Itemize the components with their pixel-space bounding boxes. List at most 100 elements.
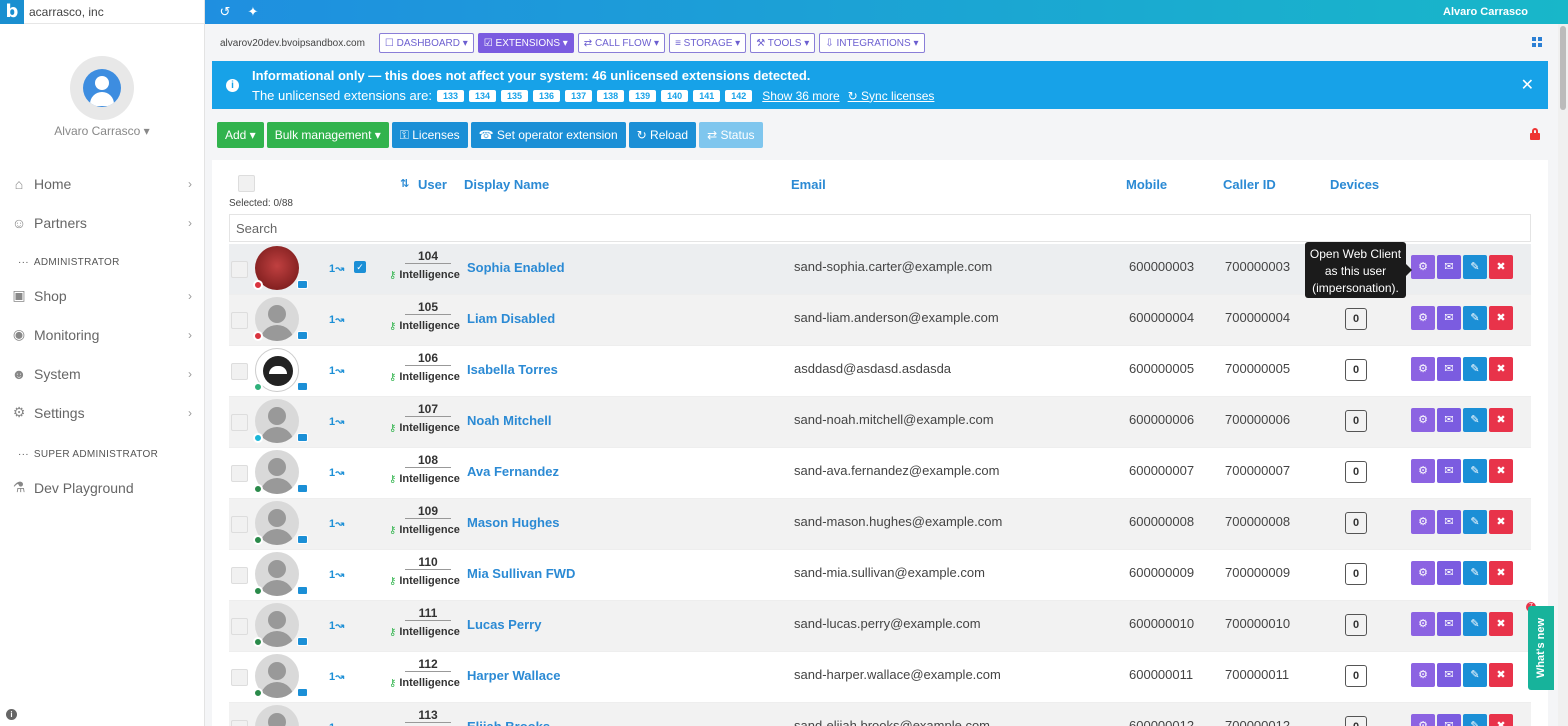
camera-icon[interactable]	[297, 331, 308, 340]
sort-icon[interactable]: ⇅	[400, 177, 409, 190]
edit-button[interactable]: ✎	[1463, 408, 1487, 432]
unlicensed-extension-chip[interactable]: 142	[725, 89, 753, 102]
impersonate-button[interactable]: ⚙	[1411, 357, 1435, 381]
edit-button[interactable]: ✎	[1463, 714, 1487, 726]
sync-licenses-link[interactable]: ↻ Sync licenses	[848, 89, 935, 103]
impersonate-button[interactable]: ⚙	[1411, 306, 1435, 330]
email-button[interactable]: ✉	[1437, 357, 1461, 381]
edit-button[interactable]: ✎	[1463, 561, 1487, 585]
email-button[interactable]: ✉	[1437, 459, 1461, 483]
devices-count[interactable]: 0	[1345, 716, 1367, 726]
forward-icon[interactable]: 1↝	[329, 415, 344, 428]
row-checkbox[interactable]	[231, 312, 248, 329]
menu-dashboard[interactable]: ☐ DASHBOARD ▾	[378, 33, 474, 53]
sidebar-item-home[interactable]: ⌂ Home ›	[0, 164, 204, 203]
unlicensed-extension-chip[interactable]: 134	[468, 89, 497, 102]
magic-wand-icon[interactable]: ✦	[245, 4, 261, 20]
avatar[interactable]	[255, 705, 299, 726]
display-name-link[interactable]: Elijah Brooks	[467, 719, 550, 726]
menu-storage[interactable]: ≡ STORAGE ▾	[669, 33, 747, 53]
unlicensed-extension-chip[interactable]: 133	[436, 89, 464, 102]
display-name-link[interactable]: Mason Hughes	[467, 515, 559, 530]
devices-count[interactable]: 0	[1345, 410, 1367, 432]
row-checkbox[interactable]	[231, 465, 248, 482]
sidebar-item-settings[interactable]: ⚙ Settings ›	[0, 393, 204, 432]
info-icon[interactable]: i	[6, 709, 17, 720]
devices-count[interactable]: 0	[1345, 512, 1367, 534]
devices-count[interactable]: 0	[1345, 665, 1367, 687]
devices-count[interactable]: 0	[1345, 359, 1367, 381]
forward-icon[interactable]: 1↝	[329, 517, 344, 530]
camera-icon[interactable]	[297, 484, 308, 493]
table-row[interactable]: 1↝ 108 ⚷ Intelligence Ava Fernandez sand-ava.…	[229, 448, 1531, 499]
back-icon[interactable]: ↺	[217, 4, 233, 20]
sidebar-item-dev-playground[interactable]: ⚗ Dev Playground	[0, 468, 204, 507]
unlicensed-extension-chip[interactable]: 136	[533, 89, 561, 102]
row-checkbox[interactable]	[231, 516, 248, 533]
delete-button[interactable]: ✖	[1489, 561, 1513, 585]
forward-icon[interactable]: 1↝	[329, 568, 344, 581]
sidebar-item-partners[interactable]: ☺ Partners ›	[0, 203, 204, 242]
table-row[interactable]: 1↝ 112 ⚷ Intelligence Harper Wallace sand-har…	[229, 652, 1531, 703]
display-name-link[interactable]: Sophia Enabled	[467, 260, 565, 275]
unlicensed-extension-chip[interactable]: 139	[629, 89, 657, 102]
unlicensed-extension-chip[interactable]: 141	[693, 89, 721, 102]
header-display-name[interactable]: Display Name	[464, 177, 549, 192]
delete-button[interactable]: ✖	[1489, 663, 1513, 687]
delete-button[interactable]: ✖	[1489, 357, 1513, 381]
table-row[interactable]: 1↝ 107 ⚷ Intelligence Noah Mitchell sand-noah…	[229, 397, 1531, 448]
email-button[interactable]: ✉	[1437, 663, 1461, 687]
impersonate-button[interactable]: ⚙	[1411, 459, 1435, 483]
delete-button[interactable]: ✖	[1489, 408, 1513, 432]
edit-button[interactable]: ✎	[1463, 255, 1487, 279]
reload-button[interactable]: ↻ Reload	[628, 122, 697, 148]
lock-icon[interactable]	[1530, 128, 1540, 140]
email-button[interactable]: ✉	[1437, 714, 1461, 726]
bulk-management-button[interactable]: Bulk management ▾	[266, 122, 389, 148]
impersonate-button[interactable]: ⚙	[1411, 255, 1435, 279]
row-checkbox[interactable]	[231, 261, 248, 278]
header-email[interactable]: Email	[791, 177, 826, 192]
forward-icon[interactable]: 1↝	[329, 721, 344, 726]
email-button[interactable]: ✉	[1437, 612, 1461, 636]
brand-logo[interactable]: b	[0, 0, 24, 24]
select-all-checkbox[interactable]	[238, 175, 255, 192]
row-checkbox[interactable]	[231, 414, 248, 431]
menu-call-flow[interactable]: ⇄ CALL FLOW ▾	[577, 33, 666, 53]
display-name-link[interactable]: Noah Mitchell	[467, 413, 552, 428]
sidebar-item-monitoring[interactable]: ◉ Monitoring ›	[0, 315, 204, 354]
impersonate-button[interactable]: ⚙	[1411, 663, 1435, 687]
top-user-name[interactable]: Alvaro Carrasco	[1443, 6, 1528, 18]
devices-count[interactable]: 0	[1345, 461, 1367, 483]
menu-tools[interactable]: ⚒ TOOLS ▾	[750, 33, 816, 53]
unlicensed-extension-chip[interactable]: 135	[501, 89, 529, 102]
brand-name[interactable]: acarrasco, inc	[29, 5, 104, 19]
table-row[interactable]: 1↝ 105 ⚷ Intelligence Liam Disabled sand-liam…	[229, 295, 1531, 346]
brand[interactable]: b acarrasco, inc	[0, 0, 204, 24]
menu-integrations[interactable]: ⇩ INTEGRATIONS ▾	[819, 33, 925, 53]
camera-icon[interactable]	[297, 382, 308, 391]
show-more-link[interactable]: Show 36 more	[762, 89, 839, 103]
licenses-button[interactable]: ⚿ Licenses	[391, 122, 468, 148]
email-button[interactable]: ✉	[1437, 510, 1461, 534]
delete-button[interactable]: ✖	[1489, 255, 1513, 279]
forward-icon[interactable]: 1↝	[329, 313, 344, 326]
forward-icon[interactable]: 1↝	[329, 670, 344, 683]
set-operator-extension-button[interactable]: ☎ Set operator extension	[470, 122, 626, 148]
edit-button[interactable]: ✎	[1463, 459, 1487, 483]
impersonate-button[interactable]: ⚙	[1411, 408, 1435, 432]
table-row[interactable]: 1↝ 106 ⚷ Intelligence Isabella Torres asddasd…	[229, 346, 1531, 397]
edit-button[interactable]: ✎	[1463, 663, 1487, 687]
header-caller-id[interactable]: Caller ID	[1223, 177, 1276, 192]
profile-name-dropdown[interactable]: Alvaro Carrasco ▾	[0, 124, 204, 138]
sidebar-item-shop[interactable]: ▣ Shop ›	[0, 276, 204, 315]
row-checkbox[interactable]	[231, 567, 248, 584]
camera-icon[interactable]	[297, 535, 308, 544]
profile-avatar[interactable]	[70, 56, 134, 120]
impersonate-button[interactable]: ⚙	[1411, 612, 1435, 636]
unlicensed-extension-chip[interactable]: 137	[565, 89, 593, 102]
forward-icon[interactable]: 1↝	[329, 262, 344, 275]
table-row[interactable]: 1↝113⚷IntelligenceElijah Brookssand-elij…	[229, 703, 1531, 726]
edit-button[interactable]: ✎	[1463, 357, 1487, 381]
display-name-link[interactable]: Lucas Perry	[467, 617, 541, 632]
